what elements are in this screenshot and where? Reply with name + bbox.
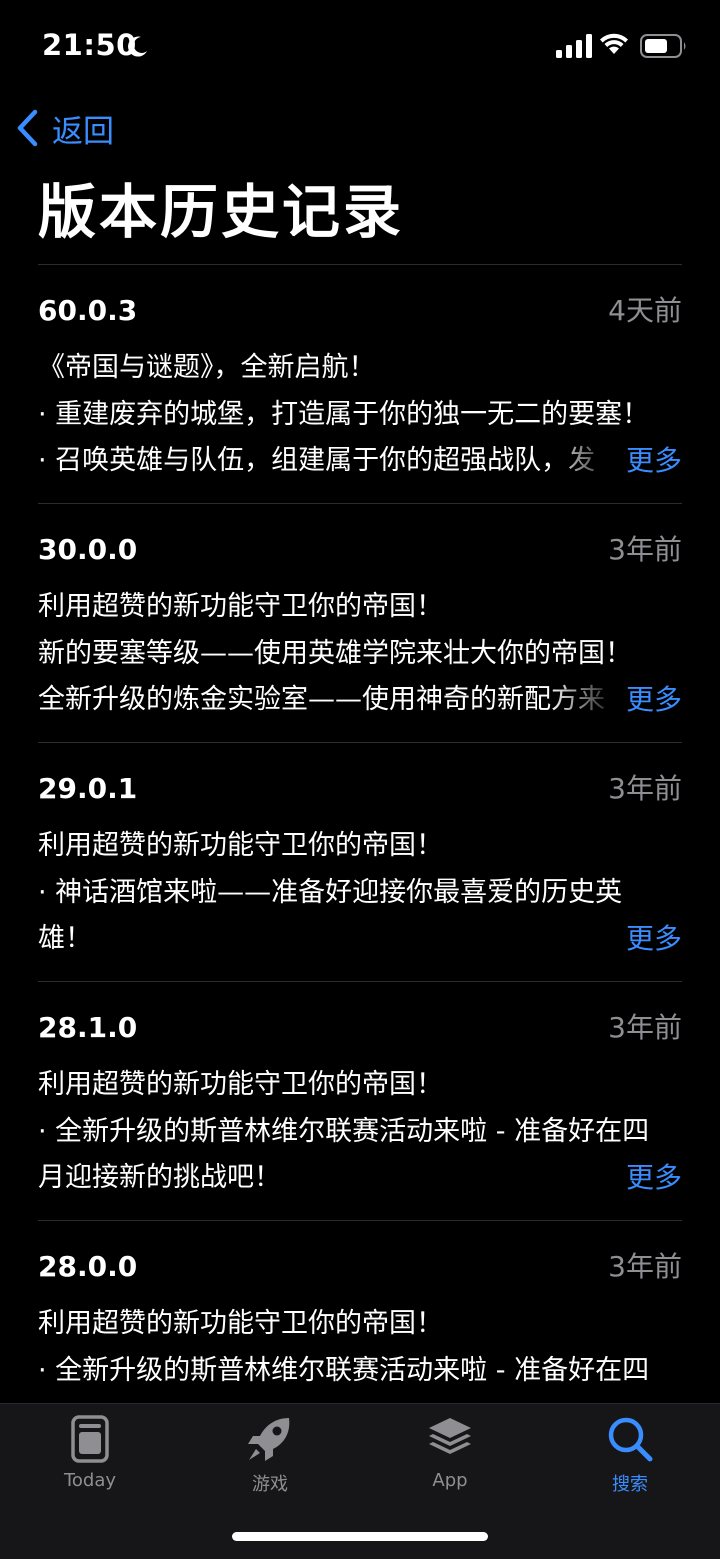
- tab-label: 搜索: [612, 1474, 648, 1495]
- back-button[interactable]: 返回: [14, 104, 114, 152]
- status-time: 21:50: [42, 28, 137, 62]
- version-date: 3年前: [608, 772, 682, 805]
- page-title: 版本历史记录: [38, 178, 405, 246]
- release-notes: 利用超赞的新功能守卫你的帝国！ · 全新升级的斯普林维尔联赛活动来啦 - 准备好…: [38, 1062, 682, 1202]
- release-notes: 利用超赞的新功能守卫你的帝国！ 新的要塞等级——使用英雄学院来壮大你的帝国！ 全…: [38, 584, 682, 724]
- tab-label: Today: [63, 1470, 117, 1491]
- wifi-icon: [600, 33, 628, 54]
- note-line: · 全新升级的斯普林维尔联赛活动来啦 - 准备好在四: [38, 1354, 650, 1386]
- note-line: 雄！: [38, 923, 92, 954]
- tab-label: 游戏: [252, 1474, 288, 1495]
- version-number: 28.0.0: [38, 1250, 138, 1283]
- version-item: 30.0.0 3年前 利用超赞的新功能守卫你的帝国！ 新的要塞等级——使用英雄学…: [38, 504, 682, 743]
- version-item: 60.0.3 4天前 《帝国与谜题》，全新启航！ · 重建废弃的城堡，打造属于你…: [38, 265, 682, 504]
- note-line: 利用超赞的新功能守卫你的帝国！: [38, 1308, 443, 1339]
- version-number: 28.1.0: [38, 1011, 138, 1044]
- release-notes: 利用超赞的新功能守卫你的帝国！ · 全新升级的斯普林维尔联赛活动来啦 - 准备好…: [38, 1301, 682, 1394]
- note-line: 《帝国与谜题》，全新启航！: [38, 352, 376, 383]
- note-line: 新的要塞等级——使用英雄学院来壮大你的帝国！: [38, 637, 632, 669]
- more-link[interactable]: 更多: [626, 916, 682, 962]
- note-line: · 重建废弃的城堡，打造属于你的独一无二的要塞！: [38, 398, 650, 430]
- version-item: 29.0.1 3年前 利用超赞的新功能守卫你的帝国！ · 神话酒馆来啦——准备好…: [38, 743, 682, 982]
- app-stack-icon: [429, 1418, 471, 1454]
- back-label: 返回: [52, 113, 114, 150]
- battery-icon: [640, 34, 686, 58]
- release-notes: 利用超赞的新功能守卫你的帝国！ · 神话酒馆来啦——准备好迎接你最喜爱的历史英 …: [38, 823, 682, 963]
- tab-today[interactable]: Today: [0, 1414, 180, 1506]
- tab-search[interactable]: 搜索: [540, 1414, 720, 1506]
- chevron-left-icon: [17, 109, 38, 147]
- note-line: · 全新升级的斯普林维尔联赛活动来啦 - 准备好在四: [38, 1115, 650, 1147]
- note-line: 利用超赞的新功能守卫你的帝国！: [38, 830, 443, 861]
- note-line: · 召唤英雄与队伍，组建属于你的超强战队，发: [38, 445, 596, 476]
- release-notes: 《帝国与谜题》，全新启航！ · 重建废弃的城堡，打造属于你的独一无二的要塞！ ·…: [38, 345, 682, 485]
- more-link[interactable]: 更多: [626, 438, 682, 484]
- rocket-icon: [248, 1418, 290, 1461]
- moon-icon: [128, 36, 147, 57]
- version-date: 3年前: [608, 1011, 682, 1044]
- version-history-list: 60.0.3 4天前 《帝国与谜题》，全新启航！ · 重建废弃的城堡，打造属于你…: [38, 265, 682, 1459]
- note-line: 利用超赞的新功能守卫你的帝国！: [38, 591, 443, 622]
- cellular-signal-icon: [556, 34, 592, 58]
- version-number: 29.0.1: [38, 772, 138, 805]
- version-number: 30.0.0: [38, 533, 138, 566]
- version-date: 3年前: [608, 1250, 682, 1283]
- more-link[interactable]: 更多: [626, 677, 682, 723]
- note-line: 月迎接新的挑战吧！: [38, 1162, 281, 1193]
- tab-label: App: [432, 1470, 468, 1491]
- version-date: 4天前: [608, 294, 682, 327]
- version-item: 28.1.0 3年前 利用超赞的新功能守卫你的帝国！ · 全新升级的斯普林维尔联…: [38, 982, 682, 1221]
- tab-games[interactable]: 游戏: [180, 1414, 360, 1506]
- search-icon: [608, 1417, 653, 1462]
- home-indicator[interactable]: [232, 1532, 488, 1541]
- note-line: 利用超赞的新功能守卫你的帝国！: [38, 1069, 443, 1100]
- version-number: 60.0.3: [38, 294, 138, 327]
- version-date: 3年前: [608, 533, 682, 566]
- more-link[interactable]: 更多: [626, 1155, 682, 1201]
- status-bar: 21:50: [0, 0, 720, 90]
- note-line: · 神话酒馆来啦——准备好迎接你最喜爱的历史英: [38, 876, 623, 908]
- tab-apps[interactable]: App: [360, 1414, 540, 1506]
- note-line: 全新升级的炼金实验室——使用神奇的新配方来: [38, 684, 605, 715]
- today-icon: [71, 1415, 109, 1463]
